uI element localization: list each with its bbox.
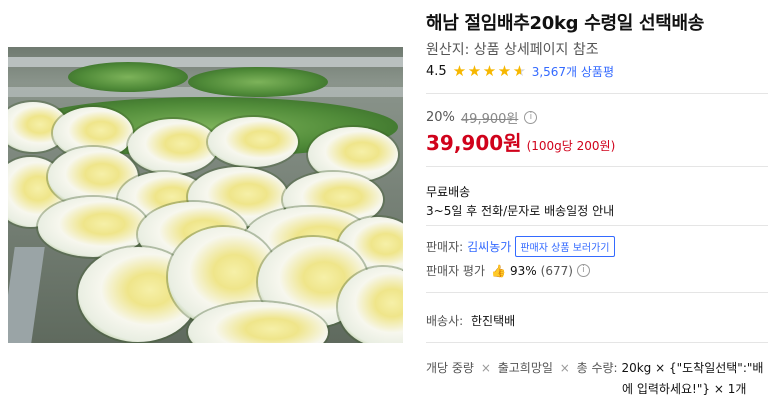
carrier-label: 배송사: — [426, 314, 464, 328]
divider — [426, 166, 768, 167]
discount-row: 20% 49,900원 i — [426, 108, 538, 127]
product-title: 해남 절임배추20kg 수령일 선택배송 — [426, 13, 704, 34]
option-date-label: 출고희망일 — [497, 361, 553, 375]
option-separator: × — [480, 361, 491, 375]
seller-rating-row: 판매자 평가 👍 93% (677) i — [426, 262, 590, 279]
product-info: 해남 절임배추20kg 수령일 선택배송 원산지: 상품 상세페이지 참조 4.… — [426, 0, 768, 411]
option-value: 20kg × {"도착일선택":"배 — [621, 361, 764, 375]
seller-label: 판매자: — [426, 240, 464, 254]
rating-stars: ★ ★ ★ ★ ★ — [453, 64, 528, 79]
seller-name-link[interactable]: 김씨농가 — [467, 238, 511, 255]
carrier-row: 배송사: 한진택배 — [426, 312, 515, 329]
rating-score: 4.5 — [426, 64, 447, 79]
star-icon: ★ — [497, 62, 512, 80]
divider — [426, 342, 768, 343]
product-page: 해남 절임배추20kg 수령일 선택배송 원산지: 상품 상세페이지 참조 4.… — [0, 0, 768, 411]
seller-rating-value: 93% — [509, 263, 537, 278]
cabbage-half — [208, 117, 298, 167]
option-value-continued: 에 입력하세요!"} × 1개 — [622, 382, 747, 396]
divider — [426, 292, 768, 293]
star-half-icon: ★ — [512, 62, 527, 80]
price-row: 39,900원 (100g당 200원) — [426, 127, 615, 156]
info-icon[interactable]: i — [576, 264, 590, 277]
star-icon: ★ — [452, 62, 467, 80]
product-image[interactable] — [8, 47, 403, 343]
divider — [426, 225, 768, 226]
cabbage-leaf — [188, 67, 328, 97]
thumbs-up-icon: 👍 — [491, 263, 506, 278]
seller-products-button[interactable]: 판매자 상품 보러가기 — [515, 236, 615, 257]
review-count-link[interactable]: 3,567개 상품평 — [532, 63, 614, 80]
cabbage-leaf — [68, 62, 188, 92]
product-origin: 원산지: 상품 상세페이지 참조 — [426, 42, 599, 58]
tray-rail — [8, 57, 403, 67]
star-icon: ★ — [467, 62, 482, 80]
sale-price: 39,900원 — [426, 131, 522, 155]
divider — [426, 93, 768, 94]
original-price: 49,900원 — [460, 112, 519, 127]
seller-row: 판매자: 김씨농가 판매자 상품 보러가기 — [426, 236, 615, 257]
rating-row: 4.5 ★ ★ ★ ★ ★ 3,567개 상품평 — [426, 63, 614, 80]
shipping-title: 무료배송 — [426, 185, 471, 199]
seller-rating-count: (677) — [540, 263, 573, 278]
option-quantity-label: 총 수량: — [576, 361, 618, 375]
option-summary: 개당 중량 × 출고희망일 × 총 수량: 20kg × {"도착일선택":"배 — [426, 359, 763, 376]
carrier-name: 한진택배 — [471, 314, 516, 328]
option-separator: × — [559, 361, 570, 375]
tray-edge — [8, 247, 45, 343]
option-weight-label: 개당 중량 — [426, 361, 474, 375]
unit-price: (100g당 200원) — [526, 139, 616, 153]
shipping-description: 3~5일 후 전화/문자로 배송일정 안내 — [426, 204, 615, 218]
cabbage-half — [128, 119, 218, 174]
discount-rate: 20% — [426, 110, 455, 125]
info-icon[interactable]: i — [524, 111, 538, 124]
star-icon: ★ — [482, 62, 497, 80]
seller-rating-label: 판매자 평가 — [426, 264, 486, 278]
